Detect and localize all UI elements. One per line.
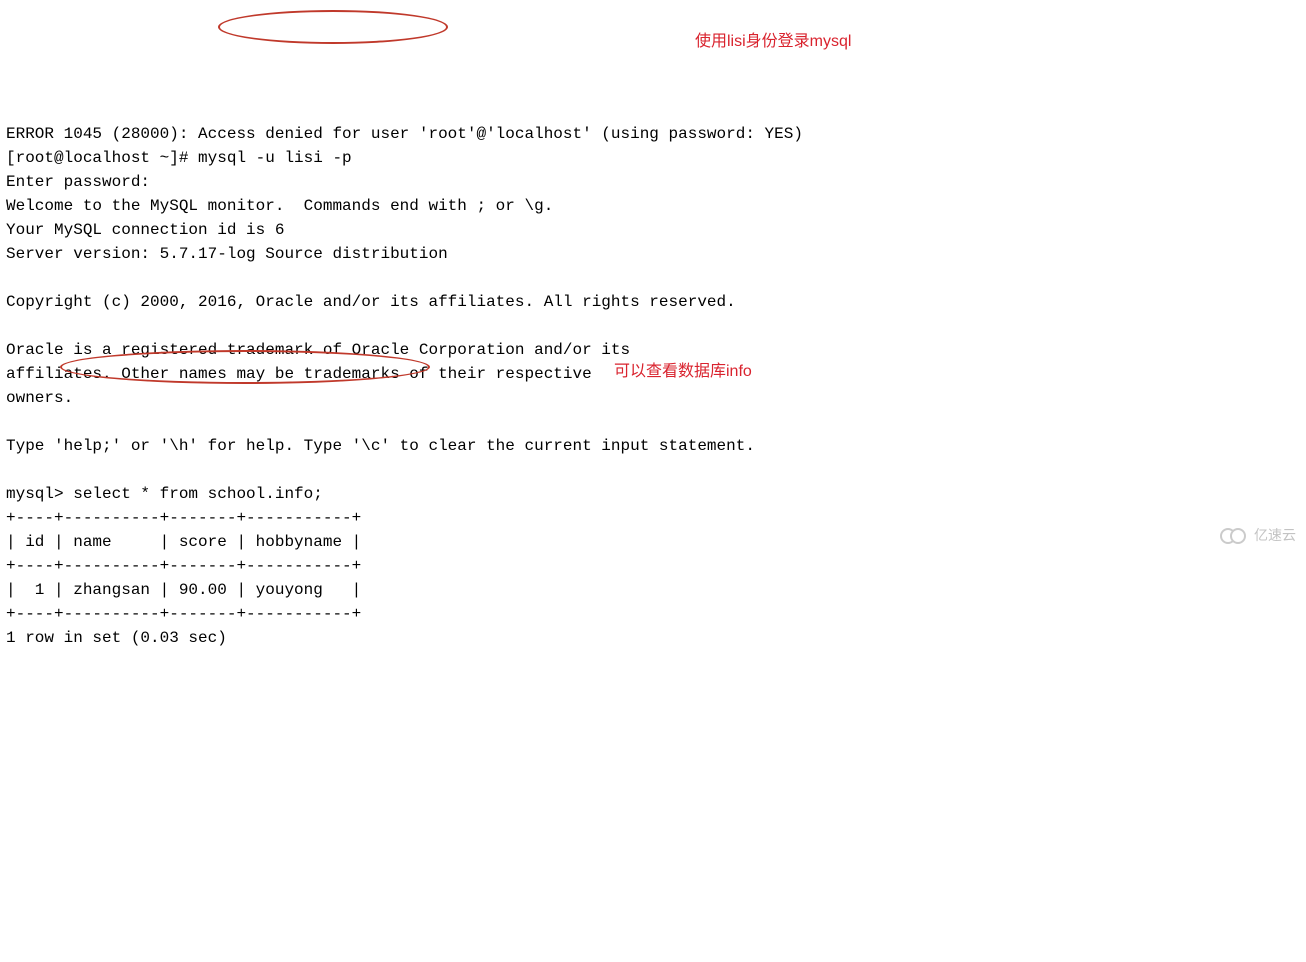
annotation-login: 使用lisi身份登录mysql (695, 30, 851, 54)
terminal-line: +----+----------+-------+-----------+ (6, 557, 361, 575)
terminal-line: Enter password: (6, 173, 160, 191)
terminal-line: Server version: 5.7.17-log Source distri… (6, 245, 448, 263)
terminal-line: Your MySQL connection id is 6 (6, 221, 284, 239)
terminal-line: +----+----------+-------+-----------+ (6, 605, 361, 623)
terminal-line: Welcome to the MySQL monitor. Commands e… (6, 197, 553, 215)
watermark: 亿速云 (1220, 525, 1296, 546)
terminal-line: owners. (6, 389, 73, 407)
watermark-logo-icon (1220, 526, 1248, 546)
terminal-line: Type 'help;' or '\h' for help. Type '\c'… (6, 437, 755, 455)
terminal-line: affiliates. Other names may be trademark… (6, 365, 592, 383)
terminal-line: mysql> select * from school.info; (6, 485, 323, 503)
terminal-line: [root@localhost ~]# mysql -u lisi -p (6, 149, 352, 167)
terminal-line: +----+----------+-------+-----------+ (6, 509, 361, 527)
terminal-line: | id | name | score | hobbyname | (6, 533, 361, 551)
highlight-ellipse-login (218, 10, 448, 44)
annotation-query: 可以查看数据库info (614, 360, 752, 384)
terminal-line: 1 row in set (0.03 sec) (6, 629, 227, 647)
terminal-line: Oracle is a registered trademark of Orac… (6, 341, 630, 359)
terminal-line: | 1 | zhangsan | 90.00 | youyong | (6, 581, 361, 599)
watermark-text: 亿速云 (1254, 525, 1296, 546)
terminal-line: ERROR 1045 (28000): Access denied for us… (6, 125, 803, 143)
terminal-line: Copyright (c) 2000, 2016, Oracle and/or … (6, 293, 736, 311)
